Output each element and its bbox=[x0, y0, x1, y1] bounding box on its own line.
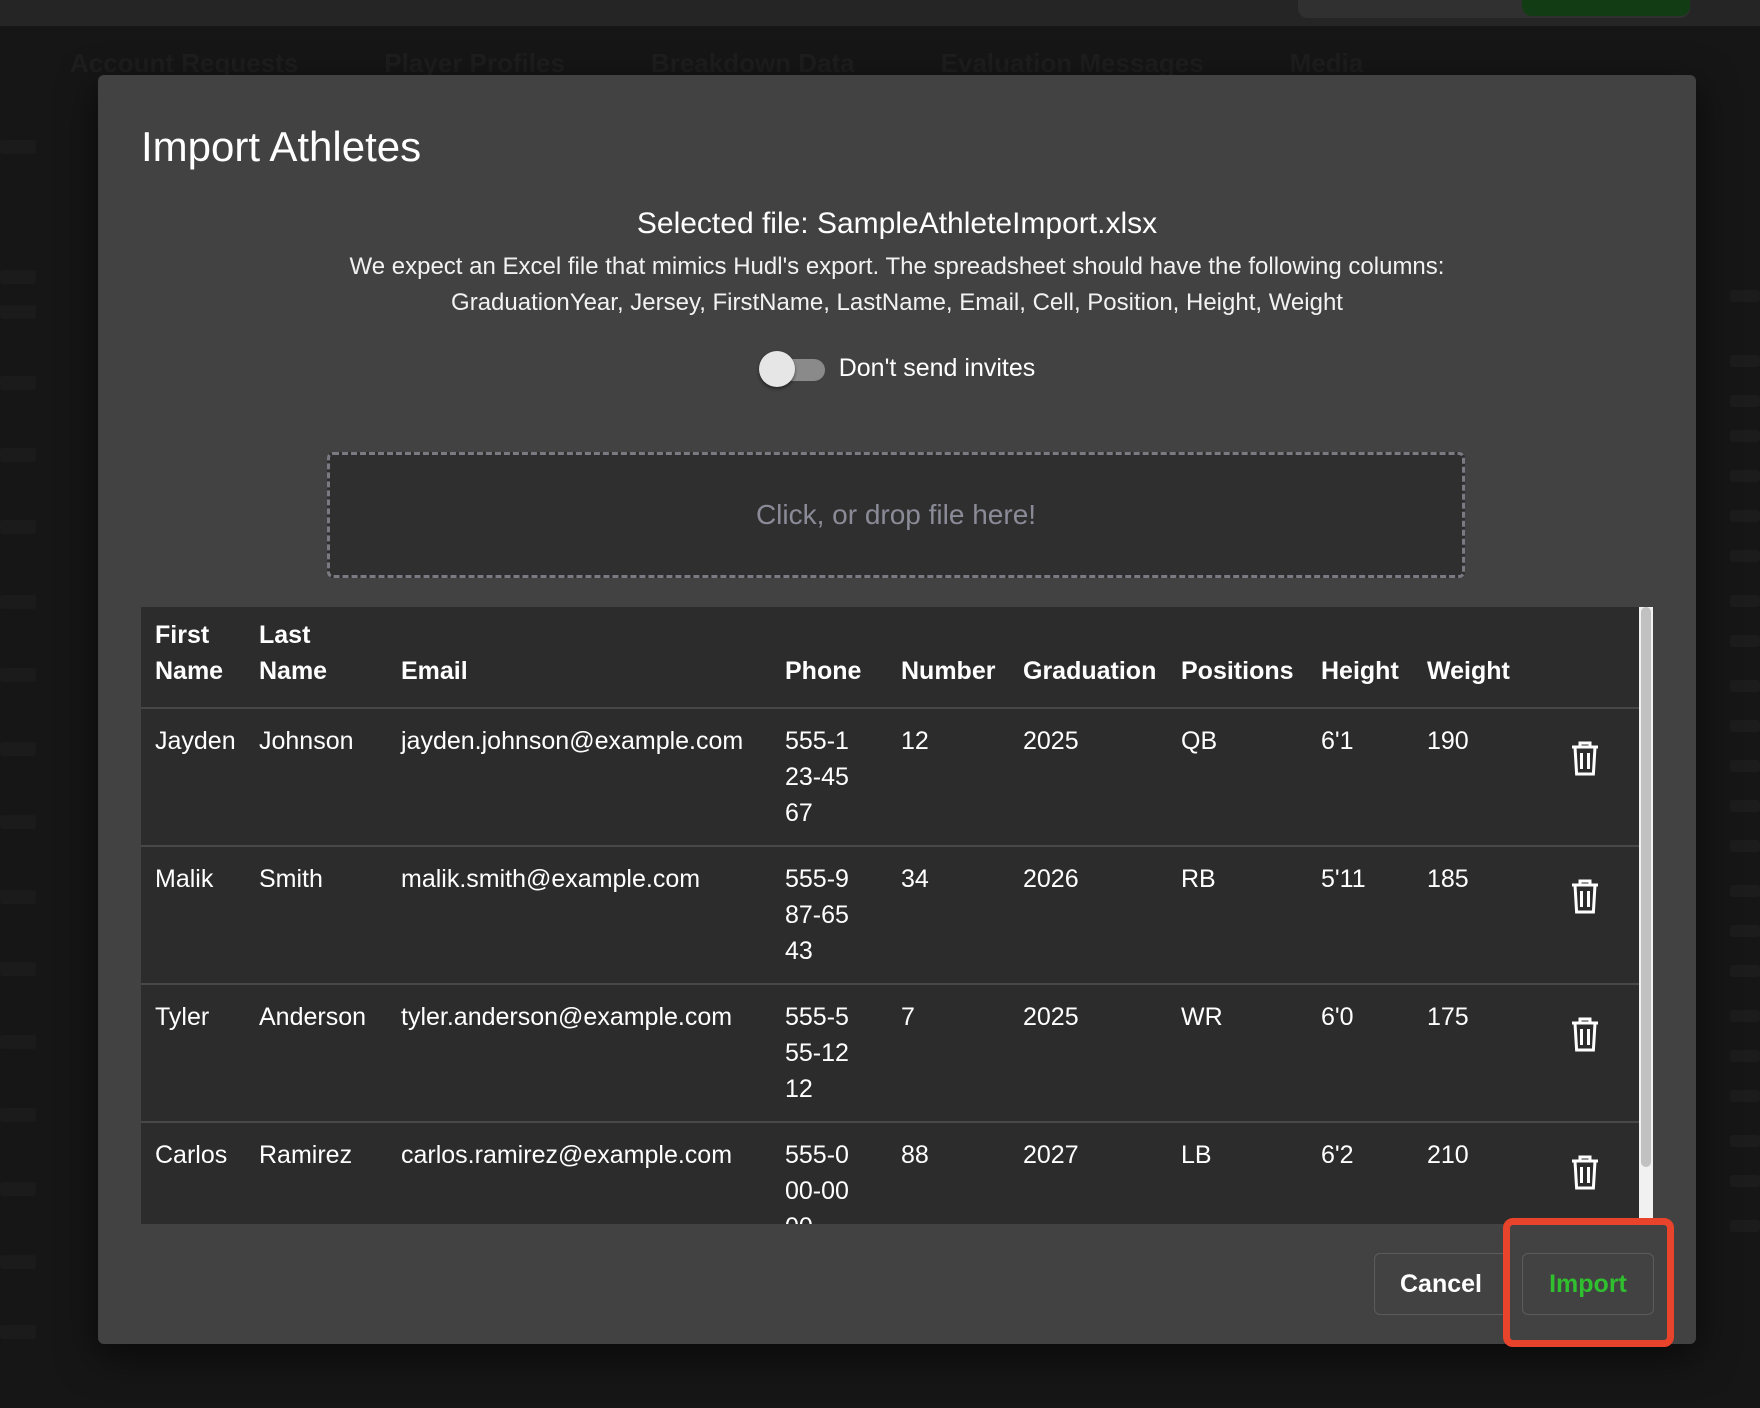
file-info: Selected file: SampleAthleteImport.xlsx … bbox=[98, 203, 1696, 321]
cell-first-name: Jayden bbox=[141, 708, 259, 847]
header-actions bbox=[1531, 607, 1639, 709]
table-scrollbar-thumb[interactable] bbox=[1641, 607, 1651, 1167]
cell-last-name: Anderson bbox=[259, 984, 401, 1123]
athletes-table-container: First Name Last Name Email Phone Number Gr… bbox=[141, 607, 1653, 1224]
cell-positions: QB bbox=[1181, 708, 1321, 847]
header-number: Number bbox=[901, 607, 1023, 709]
import-athletes-dialog: Import Athletes Selected file: SampleAth… bbox=[98, 75, 1696, 1344]
table-header-row: First Name Last Name Email Phone Number Gr… bbox=[141, 607, 1639, 709]
delete-row-trash-icon[interactable] bbox=[1567, 1017, 1603, 1057]
table-row: Malik Smith malik.smith@example.com 555-… bbox=[141, 846, 1639, 985]
cell-height: 6'0 bbox=[1321, 984, 1427, 1123]
cell-height: 6'2 bbox=[1321, 1122, 1427, 1224]
cell-first-name: Tyler bbox=[141, 984, 259, 1123]
cell-last-name: Johnson bbox=[259, 708, 401, 847]
cell-number: 88 bbox=[901, 1122, 1023, 1224]
athletes-table: First Name Last Name Email Phone Number Gr… bbox=[141, 607, 1639, 1224]
header-last-name: Last Name bbox=[259, 607, 401, 709]
table-scroll-area[interactable]: First Name Last Name Email Phone Number Gr… bbox=[141, 607, 1639, 1224]
header-positions: Positions bbox=[1181, 607, 1321, 709]
delete-row-trash-icon[interactable] bbox=[1567, 1155, 1603, 1195]
cell-positions: RB bbox=[1181, 846, 1321, 985]
cell-last-name: Smith bbox=[259, 846, 401, 985]
cell-actions bbox=[1531, 1122, 1639, 1224]
toggle-thumb bbox=[758, 351, 795, 387]
toggle-label: Don't send invites bbox=[838, 353, 1036, 382]
table-row: Jayden Johnson jayden.johnson@example.co… bbox=[141, 708, 1639, 847]
cell-weight: 175 bbox=[1427, 984, 1531, 1123]
cell-email: carlos.ramirez@example.com bbox=[401, 1122, 785, 1224]
table-row: Carlos Ramirez carlos.ramirez@example.co… bbox=[141, 1122, 1639, 1224]
cell-last-name: Ramirez bbox=[259, 1122, 401, 1224]
cell-positions: LB bbox=[1181, 1122, 1321, 1224]
header-phone: Phone bbox=[785, 607, 901, 709]
cell-phone: 555-987-6543 bbox=[785, 846, 901, 985]
dont-send-invites-toggle[interactable] bbox=[758, 350, 825, 387]
header-height: Height bbox=[1321, 607, 1427, 709]
header-email: Email bbox=[401, 607, 785, 709]
cell-height: 5'11 bbox=[1321, 846, 1427, 985]
cell-email: malik.smith@example.com bbox=[401, 846, 785, 985]
header-weight: Weight bbox=[1427, 607, 1531, 709]
cell-first-name: Carlos bbox=[141, 1122, 259, 1224]
cell-actions bbox=[1531, 708, 1639, 847]
cell-email: jayden.johnson@example.com bbox=[401, 708, 785, 847]
cancel-button[interactable]: Cancel bbox=[1374, 1253, 1508, 1315]
cell-actions bbox=[1531, 846, 1639, 985]
cell-height: 6'1 bbox=[1321, 708, 1427, 847]
dropzone-text: Click, or drop file here! bbox=[755, 499, 1037, 530]
invites-toggle-row: Don't send invites bbox=[98, 350, 1696, 387]
cell-number: 12 bbox=[901, 708, 1023, 847]
import-button[interactable]: Import bbox=[1522, 1253, 1654, 1315]
cell-graduation: 2027 bbox=[1023, 1122, 1181, 1224]
cell-actions bbox=[1531, 984, 1639, 1123]
delete-row-trash-icon[interactable] bbox=[1567, 741, 1603, 781]
cell-phone: 555-123-4567 bbox=[785, 708, 901, 847]
cell-email: tyler.anderson@example.com bbox=[401, 984, 785, 1123]
help-text-line-2: GraduationYear, Jersey, FirstName, LastN… bbox=[451, 289, 1343, 316]
help-text-line-1: We expect an Excel file that mimics Hudl… bbox=[349, 253, 1445, 280]
cell-weight: 210 bbox=[1427, 1122, 1531, 1224]
table-scrollbar[interactable] bbox=[1639, 607, 1653, 1224]
cell-number: 7 bbox=[901, 984, 1023, 1123]
dialog-title: Import Athletes bbox=[141, 123, 422, 170]
delete-row-trash-icon[interactable] bbox=[1567, 879, 1603, 919]
cell-weight: 185 bbox=[1427, 846, 1531, 985]
cell-phone: 555-000-0000 bbox=[785, 1122, 901, 1224]
selected-file-label: Selected file: SampleAthleteImport.xlsx bbox=[636, 207, 1158, 240]
cell-number: 34 bbox=[901, 846, 1023, 985]
cell-phone: 555-555-1212 bbox=[785, 984, 901, 1123]
cell-graduation: 2025 bbox=[1023, 984, 1181, 1123]
cell-positions: WR bbox=[1181, 984, 1321, 1123]
header-graduation: Graduation bbox=[1023, 607, 1181, 709]
cell-graduation: 2025 bbox=[1023, 708, 1181, 847]
table-row: Tyler Anderson tyler.anderson@example.co… bbox=[141, 984, 1639, 1123]
cell-weight: 190 bbox=[1427, 708, 1531, 847]
cell-first-name: Malik bbox=[141, 846, 259, 985]
header-first-name: First Name bbox=[141, 607, 259, 709]
file-dropzone[interactable]: Click, or drop file here! bbox=[327, 452, 1465, 578]
cell-graduation: 2026 bbox=[1023, 846, 1181, 985]
